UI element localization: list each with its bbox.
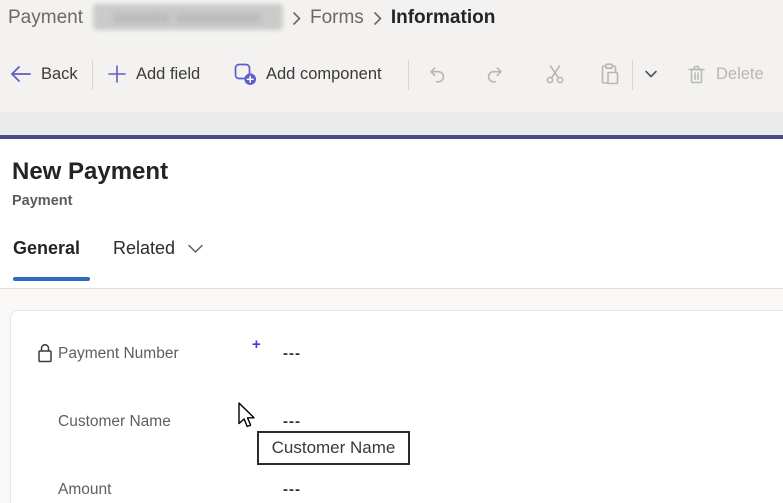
delete-button[interactable]: Delete xyxy=(682,56,768,92)
page-subtitle: Payment xyxy=(12,193,73,209)
clipboard-paste-icon xyxy=(598,62,622,86)
plus-icon xyxy=(107,64,127,84)
add-component-label: Add component xyxy=(266,64,382,83)
breadcrumb-chevron-icon xyxy=(373,4,382,32)
required-indicator: + xyxy=(252,336,261,353)
cut-button[interactable] xyxy=(540,56,570,92)
back-label: Back xyxy=(41,64,78,83)
mouse-cursor-icon xyxy=(237,402,256,429)
field-value: --- xyxy=(283,481,301,498)
breadcrumb-forms[interactable]: Forms xyxy=(310,4,364,32)
paste-button[interactable] xyxy=(594,56,626,92)
sub-header-band xyxy=(0,112,783,135)
trash-icon xyxy=(686,64,707,85)
tooltip: Customer Name xyxy=(257,431,410,465)
field-label: Amount xyxy=(58,481,112,498)
back-button[interactable]: Back xyxy=(6,56,82,92)
undo-button[interactable] xyxy=(422,56,452,92)
breadcrumb-root[interactable]: Payment xyxy=(8,4,83,32)
field-label: Customer Name xyxy=(58,413,171,430)
back-arrow-icon xyxy=(10,65,32,83)
delete-label: Delete xyxy=(716,64,764,83)
active-tab-underline xyxy=(13,277,90,281)
tab-general[interactable]: General xyxy=(13,238,80,259)
add-component-icon xyxy=(234,63,257,86)
command-bar: Back Add field Add component Delete xyxy=(0,42,783,112)
field-value: --- xyxy=(283,345,301,362)
lock-icon xyxy=(37,342,53,363)
scissors-icon xyxy=(544,63,566,85)
redacted-entity-name: xxxxxx xxxxxxxxx xyxy=(92,4,283,30)
breadcrumb: Payment xxxxxx xxxxxxxxx Forms Informati… xyxy=(0,0,783,42)
add-field-button[interactable]: Add field xyxy=(103,56,204,92)
chevron-down-icon xyxy=(187,243,204,255)
field-value: --- xyxy=(283,413,301,430)
page-title: New Payment xyxy=(12,158,169,185)
toolbar-divider xyxy=(408,60,409,90)
toolbar-divider xyxy=(92,60,93,90)
overflow-chevron-button[interactable] xyxy=(638,56,664,92)
tooltip-text: Customer Name xyxy=(271,438,396,457)
chevron-down-icon xyxy=(642,65,660,83)
field-label: Payment Number xyxy=(58,345,179,362)
add-field-label: Add field xyxy=(136,64,201,83)
breadcrumb-chevron-icon xyxy=(292,4,301,32)
tab-related[interactable]: Related xyxy=(113,238,204,259)
undo-icon xyxy=(426,63,448,85)
field-row-payment-number[interactable]: Payment Number + --- xyxy=(11,336,783,382)
add-component-button[interactable]: Add component xyxy=(230,56,386,92)
redo-button[interactable] xyxy=(480,56,510,92)
tab-related-label: Related xyxy=(113,238,176,258)
field-row-amount[interactable]: Amount --- xyxy=(11,478,783,503)
redo-icon xyxy=(484,63,506,85)
form-section-card: Payment Number + --- Customer Name --- A… xyxy=(10,310,783,503)
breadcrumb-current: Information xyxy=(390,7,496,28)
toolbar-divider xyxy=(632,60,633,90)
purple-divider xyxy=(0,135,783,139)
